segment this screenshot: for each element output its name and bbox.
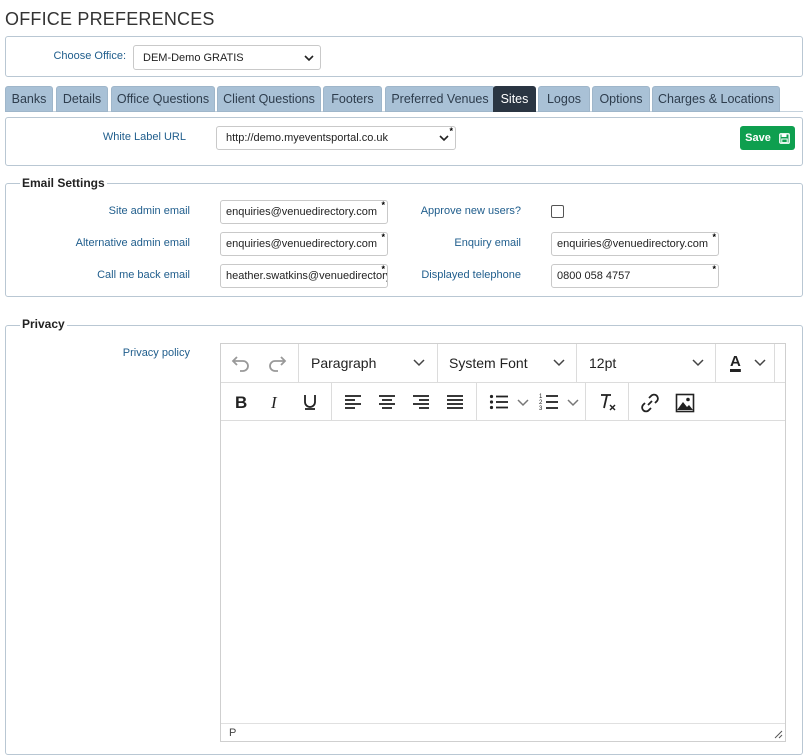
required-marker: * (449, 126, 453, 136)
text-color-button[interactable]: A (730, 353, 741, 370)
chevron-down-icon (304, 54, 314, 61)
redo-icon[interactable] (267, 354, 287, 372)
chevron-down-icon (754, 359, 766, 367)
required-marker: * (712, 264, 716, 274)
enquiry-email-value: enquiries@venuedirectory.com (557, 238, 708, 250)
svg-text:3: 3 (539, 406, 543, 411)
block-format-select[interactable]: Paragraph (311, 355, 376, 371)
toolbar-separator (774, 344, 775, 383)
align-right-icon[interactable] (412, 394, 430, 410)
white-label-url-value: http://demo.myeventsportal.co.uk (226, 132, 389, 144)
toolbar-separator (476, 383, 477, 421)
save-button[interactable]: Save (740, 126, 795, 150)
tab-details[interactable]: Details (56, 86, 108, 112)
email-settings-legend: Email Settings (20, 176, 107, 190)
enquiry-email-input[interactable]: enquiries@venuedirectory.com * (551, 232, 719, 256)
toolbar-separator (585, 383, 586, 421)
svg-text:B: B (235, 393, 247, 411)
editor-statusbar: P (221, 723, 785, 741)
alternative-admin-email-input[interactable]: enquiries@venuedirectory.com * (220, 232, 388, 256)
save-icon (778, 132, 790, 144)
office-select[interactable]: DEM-Demo GRATIS (133, 45, 321, 70)
call-me-back-email-input[interactable]: heather.swatkins@venuedirectory.com * (220, 264, 388, 288)
required-marker: * (712, 232, 716, 242)
toolbar-separator (576, 344, 577, 383)
save-button-label: Save (745, 132, 771, 144)
font-size-select[interactable]: 12pt (589, 355, 616, 371)
tab-charges-locations[interactable]: Charges & Locations (652, 86, 780, 112)
editor-toolbar-row-1: Paragraph System Font 12pt A (221, 344, 785, 383)
font-family-select[interactable]: System Font (449, 355, 528, 371)
bullet-list-icon[interactable] (489, 394, 509, 410)
italic-icon[interactable]: I (269, 393, 283, 411)
clear-formatting-icon[interactable] (598, 392, 618, 412)
tab-banks[interactable]: Banks (5, 86, 53, 112)
chevron-down-icon[interactable] (567, 398, 579, 408)
enquiry-email-label: Enquiry email (454, 237, 521, 249)
alternative-admin-email-value: enquiries@venuedirectory.com (226, 238, 377, 250)
toolbar-separator (331, 383, 332, 421)
toolbar-separator (628, 383, 629, 421)
tab-logos[interactable]: Logos (538, 86, 590, 112)
tab-options[interactable]: Options (592, 86, 650, 112)
bold-icon[interactable]: B (233, 393, 249, 411)
displayed-telephone-label: Displayed telephone (421, 269, 521, 281)
align-justify-icon[interactable] (446, 394, 464, 410)
tab-sites[interactable]: Sites (493, 86, 536, 112)
align-left-icon[interactable] (344, 394, 362, 410)
chevron-down-icon (553, 359, 565, 367)
site-admin-email-label: Site admin email (108, 205, 190, 217)
chevron-down-icon (692, 359, 704, 367)
toolbar-separator (437, 344, 438, 383)
tab-office-questions[interactable]: Office Questions (111, 86, 215, 112)
tab-preferred-venues[interactable]: Preferred Venues (385, 86, 495, 112)
choose-office-label: Choose Office: (53, 50, 126, 62)
tab-footers[interactable]: Footers (323, 86, 382, 112)
link-icon[interactable] (640, 393, 660, 413)
approve-new-users-label: Approve new users? (420, 205, 521, 217)
office-select-value: DEM-Demo GRATIS (143, 51, 244, 64)
underline-icon[interactable] (302, 393, 318, 411)
toolbar-separator (298, 344, 299, 383)
displayed-telephone-input[interactable]: 0800 058 4757 * (551, 264, 719, 288)
call-me-back-email-label: Call me back email (97, 269, 190, 281)
chevron-down-icon (413, 359, 425, 367)
required-marker: * (381, 232, 385, 242)
required-marker: * (381, 264, 385, 274)
approve-new-users-checkbox[interactable] (551, 205, 564, 218)
page-title: OFFICE PREFERENCES (5, 9, 215, 29)
alternative-admin-email-label: Alternative admin email (75, 237, 190, 249)
rich-text-editor: Paragraph System Font 12pt A B I 123 P (220, 343, 786, 742)
editor-content-area[interactable] (221, 421, 785, 724)
privacy-legend: Privacy (20, 317, 67, 331)
white-label-url-select[interactable]: http://demo.myeventsportal.co.uk * (216, 126, 456, 150)
element-path: P (229, 726, 237, 739)
editor-toolbar-row-2: B I 123 (221, 383, 785, 421)
site-admin-email-value: enquiries@venuedirectory.com (226, 206, 377, 218)
white-label-url-label: White Label URL (102, 131, 186, 143)
resize-handle-icon[interactable] (774, 730, 783, 739)
call-me-back-email-value: heather.swatkins@venuedirectory.com (226, 270, 387, 282)
displayed-telephone-value: 0800 058 4757 (557, 270, 631, 282)
tab-client-questions[interactable]: Client Questions (217, 86, 321, 112)
numbered-list-icon[interactable]: 123 (539, 393, 559, 411)
toolbar-separator (715, 344, 716, 383)
align-center-icon[interactable] (378, 394, 396, 410)
tab-bar: Banks Details Office Questions Client Qu… (5, 86, 803, 112)
svg-text:I: I (270, 393, 278, 411)
chevron-down-icon (439, 135, 449, 142)
privacy-policy-label: Privacy policy (122, 347, 190, 359)
image-icon[interactable] (675, 393, 695, 413)
undo-icon[interactable] (231, 354, 251, 372)
chevron-down-icon[interactable] (517, 398, 529, 408)
site-admin-email-input[interactable]: enquiries@venuedirectory.com * (220, 200, 388, 224)
